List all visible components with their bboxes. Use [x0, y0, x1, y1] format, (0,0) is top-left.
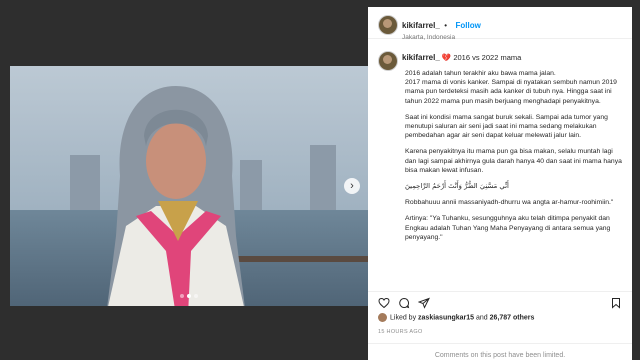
caption-paragraph: Robbahuuu annii massaniyadh-dhurru wa an…	[405, 199, 614, 207]
avatar[interactable]	[378, 15, 398, 35]
likes-count[interactable]: 26,787 others	[490, 314, 535, 321]
comment-icon[interactable]	[398, 297, 410, 309]
post-header: kikifarrel_ • Follow Jakarta, Indonesia	[368, 7, 632, 41]
heart-icon[interactable]	[378, 297, 390, 309]
caption: 2016 adalah tahun terakhir aku bawa mama…	[405, 69, 625, 249]
post-image: ›	[10, 66, 368, 306]
caption-username[interactable]: kikifarrel_	[402, 53, 440, 62]
next-slide-button[interactable]: ›	[344, 178, 360, 194]
liked-and: and	[474, 314, 490, 322]
bookmark-icon[interactable]	[610, 297, 622, 309]
image-person	[107, 86, 245, 306]
action-bar	[368, 291, 632, 312]
comments-limited-notice: Comments on this post have been limited.	[368, 343, 632, 360]
carousel-dot	[180, 294, 184, 298]
image-building	[310, 144, 336, 215]
follow-button[interactable]: Follow	[456, 21, 481, 30]
post-panel: kikifarrel_ • Follow Jakarta, Indonesia …	[368, 7, 632, 360]
share-icon[interactable]	[418, 297, 430, 309]
username[interactable]: kikifarrel_	[402, 21, 440, 30]
likes-summary: Liked by zaskiasungkar15 and 26,787 othe…	[378, 313, 534, 322]
caption-paragraph: Saat ini kondisi mama sangat buruk sekal…	[405, 113, 608, 140]
caption-paragraph: Karena penyakitnya itu mama pun ga bisa …	[405, 148, 622, 174]
liked-by-user[interactable]: zaskiasungkar15	[418, 314, 474, 321]
carousel-indicator	[180, 294, 198, 298]
caption-paragraph: 2016 adalah tahun terakhir aku bawa mama…	[405, 70, 617, 105]
post-timestamp[interactable]: 15 HOURS AGO	[378, 329, 423, 335]
caption-arabic: أَنِّي مَسَّنِيَ الضُّرُّ وَأَنْتَ أَرْح…	[405, 182, 509, 191]
liker-avatar[interactable]	[378, 313, 387, 322]
caption-title: 💔 2016 vs 2022 mama	[441, 53, 522, 62]
carousel-dot-active	[187, 294, 191, 298]
caption-paragraph: Artinya: "Ya Tuhanku, sesungguhnya aku t…	[405, 215, 611, 241]
caption-avatar[interactable]	[378, 51, 398, 71]
liked-by-prefix: Liked by	[390, 314, 419, 322]
separator-dot: •	[444, 21, 448, 30]
location[interactable]: Jakarta, Indonesia	[402, 34, 481, 41]
carousel-dot	[194, 294, 198, 298]
